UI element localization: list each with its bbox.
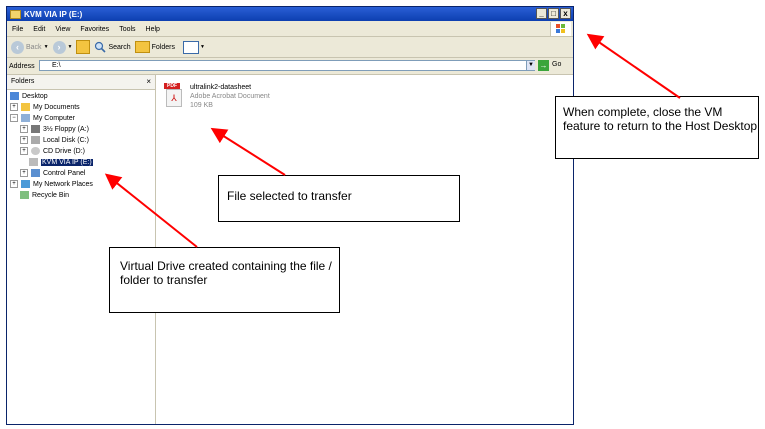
arrow-to-kvm-drive xyxy=(104,173,198,248)
arrow-to-file xyxy=(210,127,286,176)
annotation-arrows xyxy=(104,33,681,248)
arrow-to-close-button xyxy=(586,33,681,99)
